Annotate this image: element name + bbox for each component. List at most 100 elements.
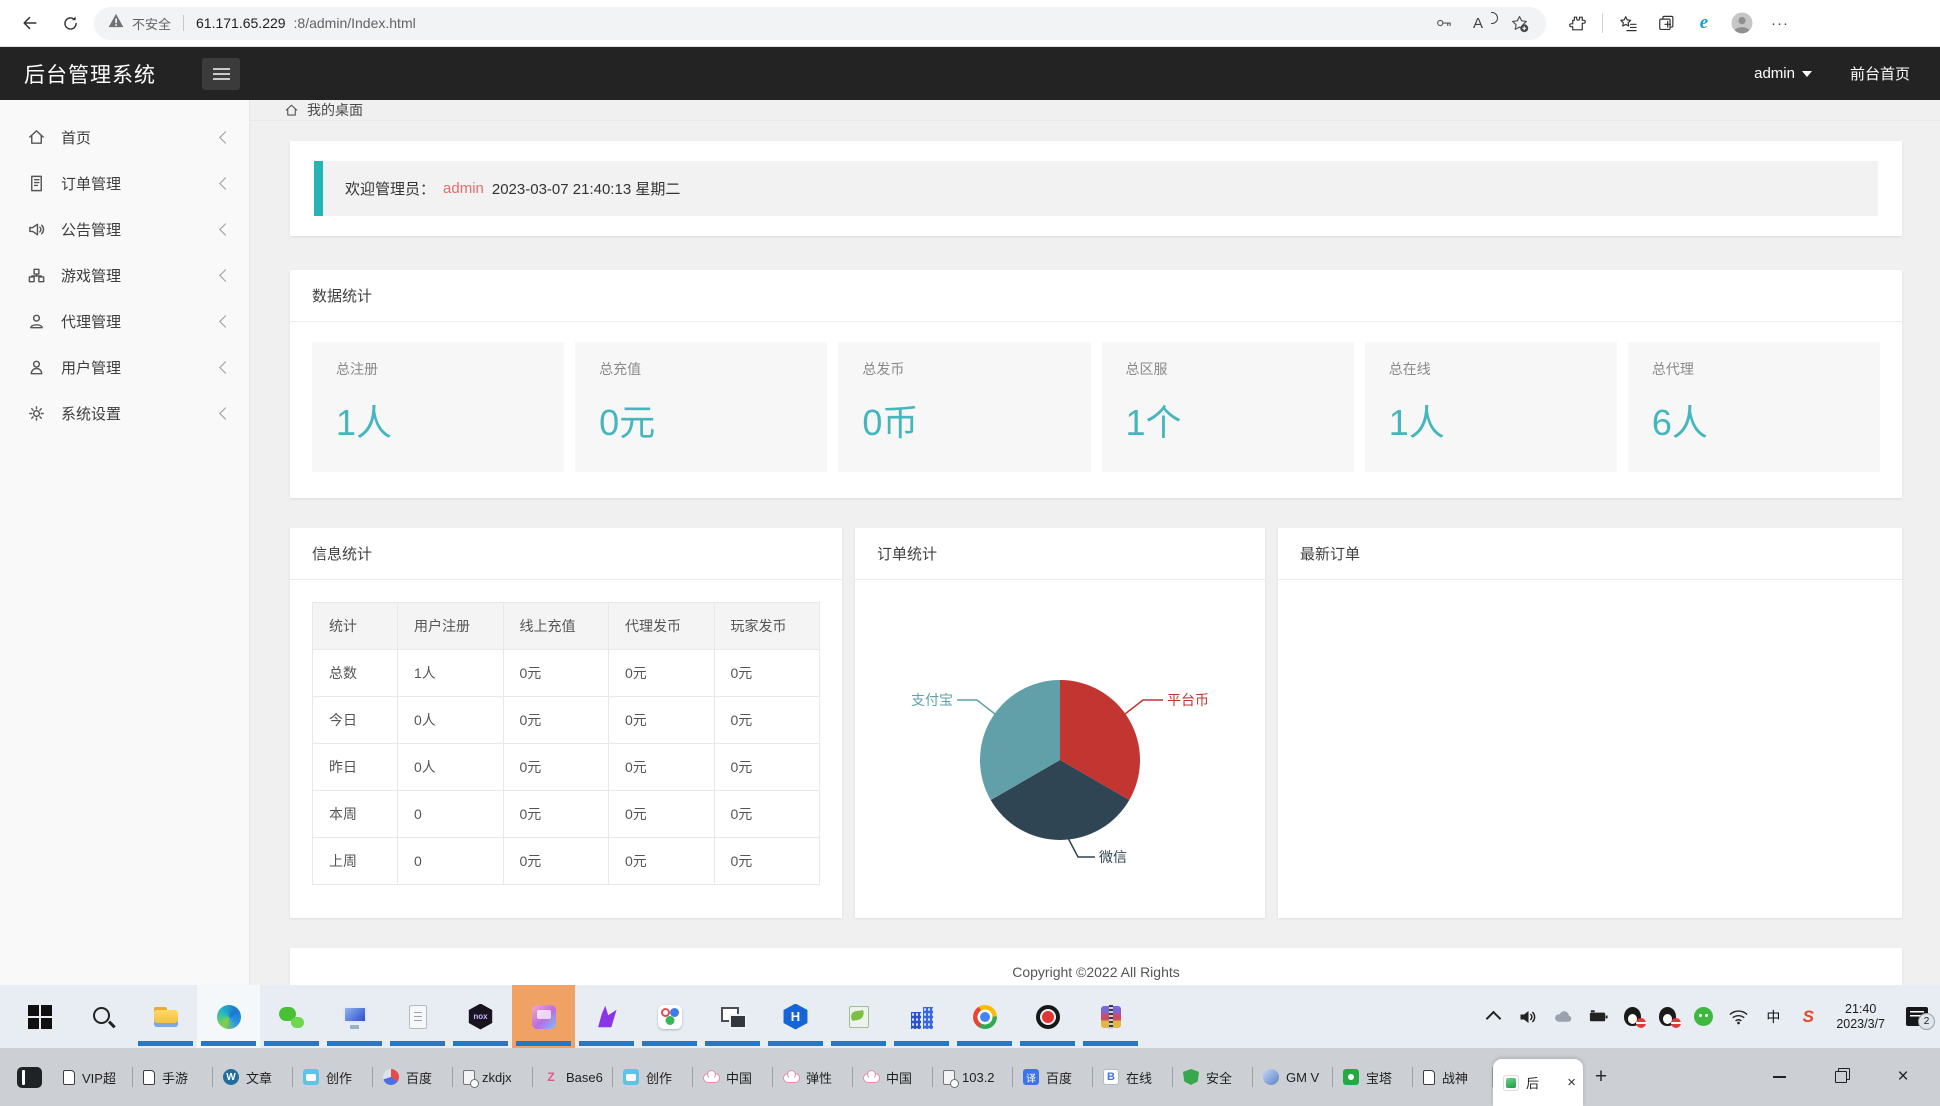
browser-tab[interactable]: 手游 [133,1048,213,1106]
password-key-icon[interactable] [1431,10,1457,36]
hbuilder[interactable]: H [764,985,827,1048]
leader-line [1067,837,1095,858]
browser-tab[interactable]: Z Base6 [533,1048,613,1106]
tab-favicon [783,1069,800,1085]
qq-icon[interactable] [1657,1006,1682,1028]
frontend-home-link[interactable]: 前台首页 [1850,63,1910,84]
latest-orders-panel: 最新订单 [1278,528,1902,918]
wechat[interactable] [260,985,323,1048]
back-button[interactable] [14,7,46,39]
order-statistics-panel: 订单统计 平台币 支付宝 微信 [855,528,1265,918]
url-host: 61.171.65.229 [196,15,286,31]
sidebar-item-agents[interactable]: 代理管理 [0,298,250,344]
profile-avatar[interactable] [1729,10,1755,36]
file-explorer[interactable] [134,985,197,1048]
favorites-bar-icon[interactable] [1615,10,1641,36]
more-menu-icon[interactable]: ··· [1767,10,1793,36]
chrome-browser[interactable] [953,985,1016,1048]
sidebar-item-announcements[interactable]: 公告管理 [0,206,250,252]
table-row: 总数 1人 0元 0元 0元 [312,649,820,697]
tray-expand-icon[interactable] [1482,1006,1504,1028]
browser-tab[interactable]: zkdjx [453,1048,533,1106]
browser-tab[interactable]: W 文章 [213,1048,293,1106]
remote-desktop[interactable] [323,985,386,1048]
notepad-plus-plus[interactable] [827,985,890,1048]
table-header-cell: 用户注册 [397,602,504,650]
collections-icon[interactable] [1653,10,1679,36]
browser-tab[interactable]: 弹性 [773,1048,853,1106]
tab-title: 手游 [162,1070,189,1086]
breadcrumb[interactable]: 我的桌面 [250,100,1940,121]
sidebar-item-orders[interactable]: 订单管理 [0,160,250,206]
read-aloud-icon[interactable]: A [1465,10,1498,36]
favorite-star-icon[interactable] [1506,10,1532,36]
close-button[interactable]: × [1872,1048,1934,1106]
browser-tab[interactable]: 安全 [1173,1048,1253,1106]
chevron-icon [219,268,232,282]
browser-tab[interactable]: 宝塔 [1333,1048,1413,1106]
tab-favicon [943,1069,959,1088]
game-app[interactable] [512,985,575,1048]
restore-button[interactable] [1810,1048,1872,1106]
winrar[interactable] [1079,985,1142,1048]
search-button[interactable] [71,985,134,1048]
address-bar[interactable]: 不安全 61.171.65.229:8/admin/Index.html A [94,6,1546,40]
minimize-button[interactable] [1748,1048,1810,1106]
stat-label: 总充值 [599,361,642,377]
wechat-tray-icon[interactable] [1692,1006,1714,1028]
order-pie-chart: 平台币 支付宝 微信 [911,680,1209,865]
nox-player[interactable]: nox [449,985,512,1048]
toolbox-app[interactable] [638,985,701,1048]
browser-tab[interactable]: VIP超 [53,1048,133,1106]
tab-favicon [1343,1069,1359,1085]
user-icon [30,360,43,374]
browser-tab[interactable]: 译 百度 [1013,1048,1093,1106]
notepad[interactable] [386,985,449,1048]
browser-tab[interactable]: 创作 [613,1048,693,1106]
volume-icon[interactable] [1517,1006,1539,1028]
sidebar-item-users[interactable]: 用户管理 [0,344,250,390]
stat-label: 总注册 [336,361,378,377]
new-tab-button[interactable]: + [1583,1048,1619,1106]
phoenix-app[interactable] [575,985,638,1048]
sidebar-toggle-button[interactable] [202,57,240,90]
browser-tab[interactable]: 中国 [693,1048,773,1106]
extensions-icon[interactable] [1564,10,1590,36]
wifi-icon[interactable] [1727,1006,1749,1028]
buildings-app[interactable] [890,985,953,1048]
chevron-icon [219,406,232,420]
screen-recorder[interactable] [1016,985,1079,1048]
browser-tab[interactable]: 103.2 [933,1048,1013,1106]
admin-user-menu[interactable]: admin [1754,65,1812,82]
ime-indicator[interactable]: 中 [1762,1006,1784,1028]
ie-mode-icon[interactable]: e [1691,10,1717,36]
browser-tab[interactable]: 战神 [1413,1048,1493,1106]
cloud-icon[interactable] [1552,1006,1574,1028]
browser-tab[interactable]: GM V [1253,1048,1333,1106]
tab-title: 在线 [1126,1070,1153,1086]
sidebar-item-games[interactable]: 游戏管理 [0,252,250,298]
browser-tab[interactable]: 百度 [373,1048,453,1106]
sogou-input-icon[interactable]: S [1797,1006,1819,1028]
table-header-cell: 统计 [312,602,398,650]
sidebar-item-home[interactable]: 首页 [0,114,250,160]
taskbar-clock[interactable]: 21:40 2023/3/7 [1836,1002,1885,1032]
tab-favicon [303,1069,319,1085]
active-browser-tab[interactable]: 后 × [1493,1059,1583,1106]
tab-workspace-button[interactable] [17,1066,42,1088]
sidebar-item-settings[interactable]: 系统设置 [0,390,250,436]
browser-tab[interactable]: 中国 [853,1048,933,1106]
qq-icon[interactable] [1622,1006,1647,1028]
snipping-tool[interactable] [701,985,764,1048]
notification-center-icon[interactable]: 2 [1906,1007,1935,1030]
browser-tab[interactable]: B 在线 [1093,1048,1173,1106]
refresh-button[interactable] [54,7,86,39]
start-button[interactable] [8,985,71,1048]
tab-title: Base6 [566,1069,603,1085]
battery-icon[interactable] [1587,1006,1609,1028]
tab-close-icon[interactable]: × [1567,1075,1576,1090]
browser-tab[interactable]: 创作 [293,1048,373,1106]
edge-browser[interactable] [197,985,260,1048]
tab-title: GM V [1286,1069,1320,1085]
tab-title: 百度 [1046,1070,1073,1086]
